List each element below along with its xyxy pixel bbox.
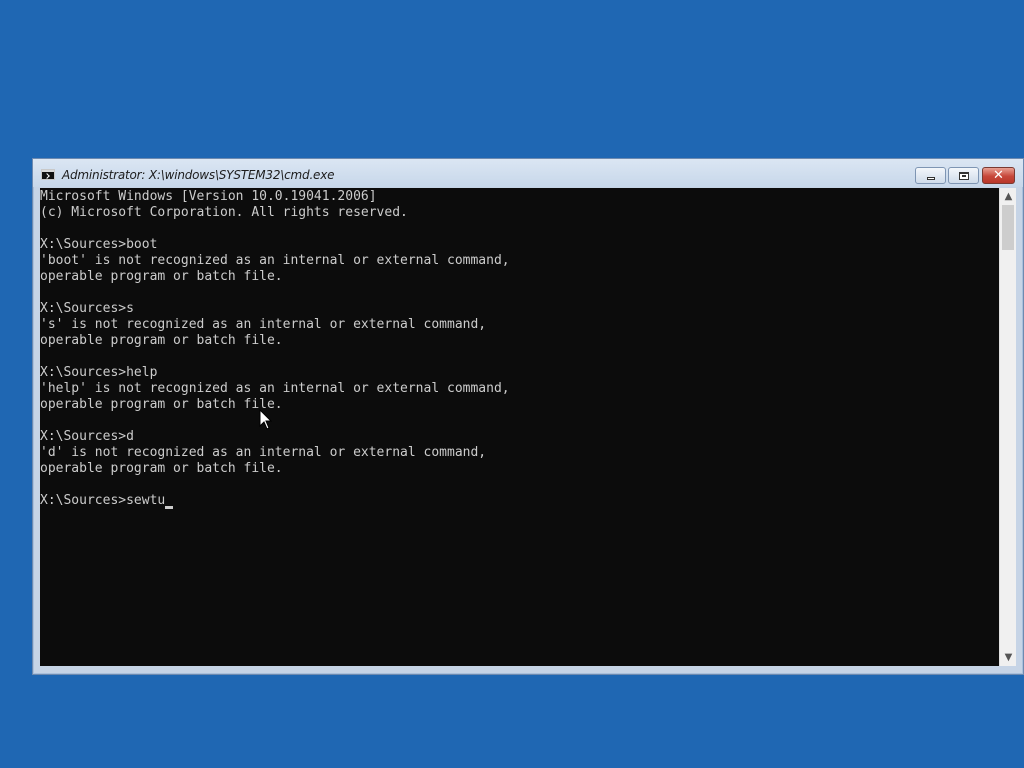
minimize-icon bbox=[927, 177, 935, 180]
text-cursor bbox=[165, 506, 174, 509]
scroll-down-arrow-icon[interactable]: ▼ bbox=[1000, 649, 1017, 666]
console-line: 'd' is not recognized as an internal or … bbox=[40, 445, 487, 460]
console-text: Microsoft Windows [Version 10.0.19041.20… bbox=[40, 188, 999, 509]
close-icon: ✕ bbox=[993, 168, 1004, 183]
console-line: Microsoft Windows [Version 10.0.19041.20… bbox=[40, 189, 377, 204]
scroll-thumb[interactable] bbox=[1002, 205, 1014, 250]
console-line: X:\Sources>boot bbox=[40, 237, 158, 252]
console-line: operable program or batch file. bbox=[40, 461, 283, 476]
command-line[interactable]: X:\Sources>sewtu bbox=[40, 493, 999, 509]
console-line: 'boot' is not recognized as an internal … bbox=[40, 253, 510, 268]
console-line: 'help' is not recognized as an internal … bbox=[40, 381, 510, 396]
prompt-text: X:\Sources> bbox=[40, 493, 127, 508]
title-bar[interactable]: Administrator: X:\windows\SYSTEM32\cmd.e… bbox=[33, 159, 1023, 187]
cmd-window[interactable]: Administrator: X:\windows\SYSTEM32\cmd.e… bbox=[32, 158, 1024, 675]
maximize-button[interactable] bbox=[948, 167, 979, 184]
console-line: operable program or batch file. bbox=[40, 333, 283, 348]
console-output[interactable]: Microsoft Windows [Version 10.0.19041.20… bbox=[40, 188, 999, 666]
minimize-button[interactable] bbox=[915, 167, 946, 184]
vertical-scrollbar[interactable]: ▲ ▼ bbox=[999, 188, 1016, 666]
console-line: X:\Sources>d bbox=[40, 429, 134, 444]
window-title: Administrator: X:\windows\SYSTEM32\cmd.e… bbox=[62, 168, 335, 182]
console-line: (c) Microsoft Corporation. All rights re… bbox=[40, 205, 408, 220]
close-button[interactable]: ✕ bbox=[982, 167, 1015, 184]
console-lines: Microsoft Windows [Version 10.0.19041.20… bbox=[40, 189, 999, 493]
scroll-up-arrow-icon[interactable]: ▲ bbox=[1000, 188, 1017, 205]
console-line: 's' is not recognized as an internal or … bbox=[40, 317, 487, 332]
cmd-app-icon[interactable] bbox=[41, 169, 55, 180]
command-input[interactable]: sewtu bbox=[126, 493, 165, 508]
console-line: X:\Sources>help bbox=[40, 365, 158, 380]
console-line: X:\Sources>s bbox=[40, 301, 134, 316]
console-line: operable program or batch file. bbox=[40, 397, 283, 412]
console-line: operable program or batch file. bbox=[40, 269, 283, 284]
mouse-pointer-icon bbox=[259, 409, 273, 430]
maximize-icon bbox=[959, 172, 969, 180]
